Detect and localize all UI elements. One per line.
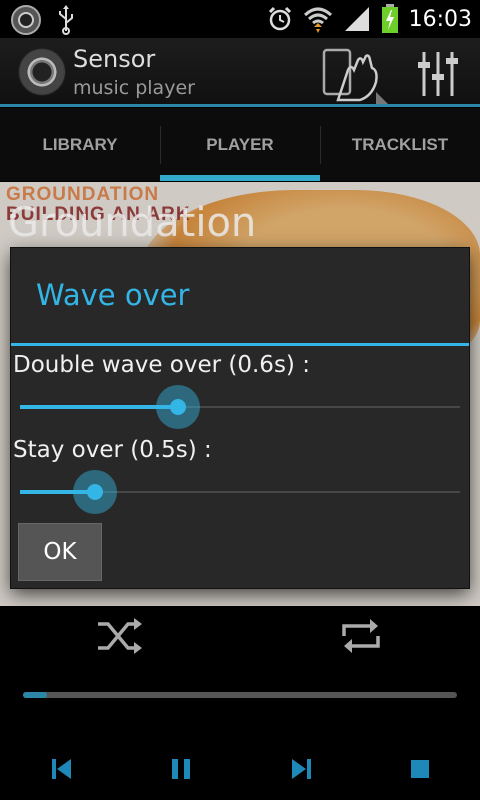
progress-bar[interactable] [23,692,457,698]
dialog-title: Wave over [36,278,190,312]
status-clock: 16:03 [408,6,472,32]
tab-tracklist[interactable]: TRACKLIST [320,108,480,181]
action-bar: Sensor music player [0,38,480,106]
stay-over-slider[interactable] [20,470,460,514]
status-bar: 16:03 [0,0,480,38]
progress-fill [23,692,47,698]
ok-button[interactable]: OK [18,523,102,581]
double-wave-slider[interactable] [20,385,460,429]
action-bar-divider [0,104,480,107]
stop-icon[interactable] [405,754,435,784]
previous-icon[interactable] [47,754,77,784]
wifi-icon [303,7,332,33]
tab-library[interactable]: LIBRARY [0,108,160,181]
double-wave-label: Double wave over (0.6s) : [13,352,310,378]
pause-icon[interactable] [166,754,196,784]
app-title: Sensor [73,45,156,73]
alarm-icon [268,6,291,31]
shuffle-icon[interactable] [96,616,142,656]
signal-icon [344,7,369,31]
stay-over-label: Stay over (0.5s) : [13,437,212,463]
slider-thumb[interactable] [156,385,200,429]
wave-hand-icon[interactable] [318,48,390,104]
battery-charging-icon [381,4,398,33]
artist-name: Groundation [8,200,257,246]
tab-player[interactable]: PLAYER [160,108,320,181]
wave-over-dialog: Wave over Double wave over (0.6s) : Stay… [11,248,469,588]
tab-bar: LIBRARY PLAYER TRACKLIST [0,108,480,182]
app-logo-icon[interactable] [20,50,64,94]
app-notification-icon [11,5,41,35]
equalizer-icon[interactable] [414,50,462,98]
playback-controls [0,606,480,800]
slider-fill [20,405,178,409]
slider-thumb[interactable] [73,470,117,514]
app-subtitle: music player [73,77,195,99]
next-icon[interactable] [286,754,316,784]
repeat-icon[interactable] [338,616,384,656]
dialog-title-divider [11,343,469,346]
usb-icon [59,5,73,35]
